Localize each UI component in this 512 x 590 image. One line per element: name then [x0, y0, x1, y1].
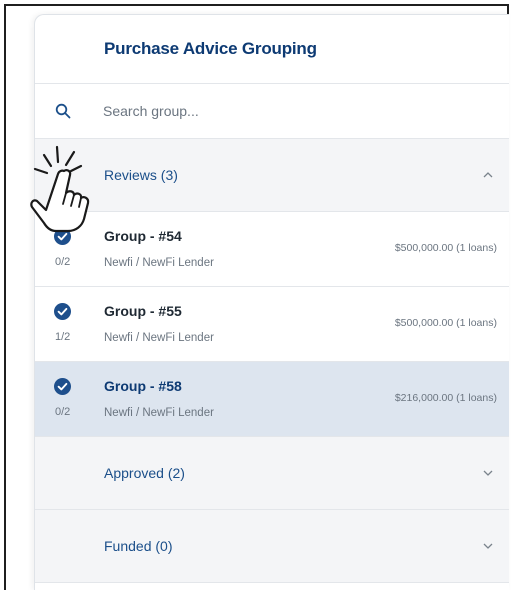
section-approved[interactable]: Approved (2) [35, 437, 509, 510]
section-funded[interactable]: Funded (0) [35, 510, 509, 583]
section-approved-label: Approved (2) [104, 465, 185, 481]
group-lender: Newfi / NewFi Lender [104, 332, 214, 344]
chevron-up-icon[interactable] [481, 168, 495, 182]
panel-header: Purchase Advice Grouping [35, 15, 509, 84]
group-row-54[interactable]: 0/2 Group - #54 Newfi / NewFi Lender $50… [35, 212, 509, 287]
chevron-down-icon[interactable] [481, 466, 495, 480]
search-icon[interactable] [55, 103, 71, 119]
group-amount: $500,000.00 (1 loans) [394, 317, 497, 329]
group-amount: $216,000.00 (1 loans) [394, 392, 497, 404]
section-reviews[interactable]: Reviews (3) [35, 139, 509, 212]
group-name: Group - #58 [104, 378, 182, 394]
group-count: 0/2 [55, 406, 71, 418]
panel-title: Purchase Advice Grouping [104, 39, 317, 58]
window-frame: Purchase Advice Grouping Reviews (3) 0/2… [4, 4, 509, 590]
group-row-55[interactable]: 1/2 Group - #55 Newfi / NewFi Lender $50… [35, 287, 509, 362]
check-circle-icon[interactable] [54, 303, 71, 320]
group-name: Group - #54 [104, 228, 182, 244]
group-lender: Newfi / NewFi Lender [104, 407, 214, 419]
section-reviews-label: Reviews (3) [104, 167, 178, 183]
check-circle-icon[interactable] [54, 378, 71, 395]
search-bar [35, 84, 509, 139]
group-name: Group - #55 [104, 303, 182, 319]
check-circle-icon[interactable] [54, 228, 71, 245]
purchase-advice-panel: Purchase Advice Grouping Reviews (3) 0/2… [34, 14, 509, 590]
group-amount: $500,000.00 (1 loans) [394, 242, 497, 254]
group-row-58[interactable]: 0/2 Group - #58 Newfi / NewFi Lender $21… [35, 362, 509, 437]
chevron-down-icon[interactable] [481, 539, 495, 553]
group-lender: Newfi / NewFi Lender [104, 257, 214, 269]
group-count: 1/2 [55, 331, 71, 343]
section-funded-label: Funded (0) [104, 538, 173, 554]
group-count: 0/2 [55, 256, 71, 268]
search-input[interactable] [103, 98, 483, 124]
